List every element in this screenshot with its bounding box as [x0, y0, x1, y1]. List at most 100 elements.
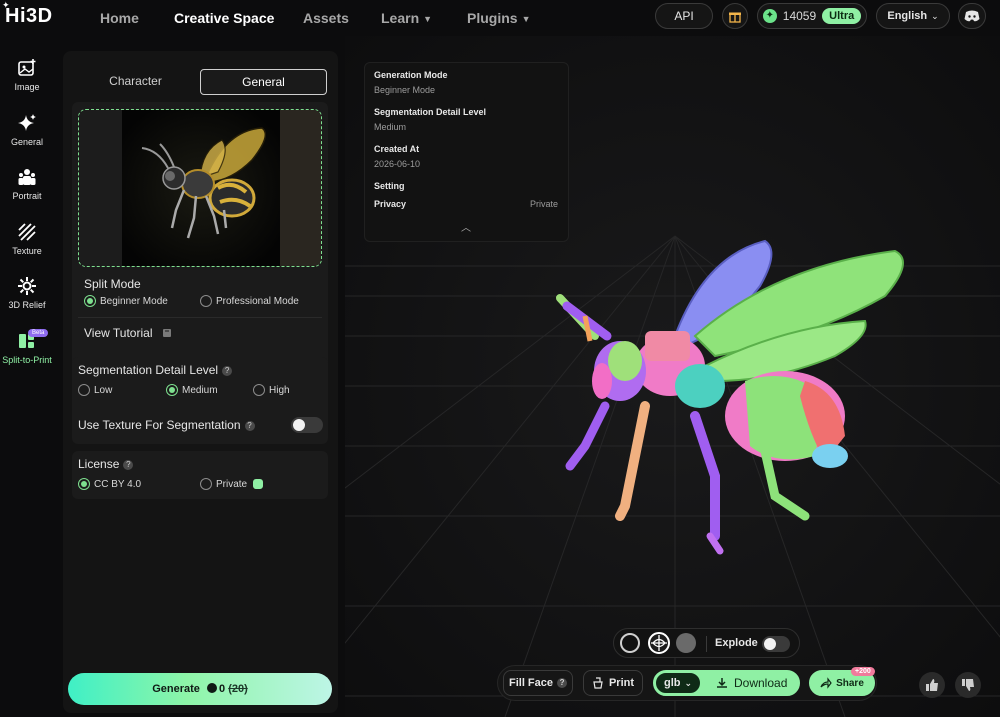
- download-icon: [717, 678, 727, 688]
- rail-image-label: Image: [14, 82, 40, 92]
- texture-segmentation-toggle[interactable]: [291, 417, 323, 433]
- privacy-label: Privacy: [374, 199, 407, 209]
- chevron-down-icon: ▼: [521, 14, 531, 24]
- bee-thumbnail: [122, 110, 280, 266]
- chevron-down-icon: ⌄: [931, 10, 939, 21]
- help-icon[interactable]: ?: [222, 365, 233, 376]
- chevron-down-icon: ⌄: [684, 677, 693, 688]
- nav-plugins[interactable]: Plugins ▼: [467, 10, 530, 26]
- segmentation-low-radio[interactable]: Low: [78, 384, 112, 396]
- view-tutorial-link[interactable]: View Tutorial: [84, 326, 172, 340]
- explode-label: Explode: [715, 637, 758, 649]
- print-label: Print: [608, 677, 635, 689]
- texture-view-icon[interactable]: [676, 633, 696, 653]
- generate-cost: 0: [219, 683, 226, 695]
- rail-general-label: General: [10, 137, 44, 147]
- credits-badge[interactable]: ✦ 14059 Ultra: [757, 3, 867, 29]
- settings-panel: Character General Split Mode Beginner Mo…: [63, 51, 338, 713]
- divider: [706, 636, 707, 652]
- discord-icon: [964, 10, 980, 22]
- rail-image[interactable]: Image: [0, 58, 54, 92]
- thumbs-down-icon: [962, 679, 974, 691]
- input-image-preview[interactable]: [78, 109, 322, 267]
- beginner-mode-label: Beginner Mode: [100, 295, 168, 307]
- preview-shadow-right: [280, 110, 321, 266]
- help-icon[interactable]: ?: [123, 459, 134, 470]
- license-title: License?: [78, 457, 134, 471]
- download-label: Download: [734, 676, 788, 690]
- segmentation-medium-radio[interactable]: Medium: [166, 384, 218, 396]
- texture-segmentation-text: Use Texture For Segmentation: [78, 418, 241, 432]
- fill-face-label: Fill Face: [508, 677, 554, 689]
- created-at-value: 2026-06-10: [374, 159, 421, 169]
- radio-dot: [200, 478, 212, 490]
- radio-dot: [253, 384, 265, 396]
- share-label: Share: [836, 677, 864, 689]
- rail-texture[interactable]: Texture: [0, 222, 54, 256]
- beginner-mode-radio[interactable]: Beginner Mode: [84, 295, 168, 307]
- print-button[interactable]: Print: [583, 670, 643, 696]
- generate-original-cost: (20): [228, 683, 248, 695]
- chevron-down-icon: ▼: [423, 14, 433, 24]
- rail-portrait-label: Portrait: [12, 191, 42, 201]
- share-bonus-badge: +200: [851, 667, 875, 676]
- api-button[interactable]: API: [655, 3, 713, 29]
- rail-general[interactable]: General: [0, 113, 54, 147]
- help-icon[interactable]: ?: [244, 420, 255, 431]
- relief-gear-icon: [18, 277, 36, 295]
- logo-text: Hi3D: [5, 5, 53, 27]
- help-icon[interactable]: ?: [557, 678, 568, 688]
- license-cc-radio[interactable]: CC BY 4.0: [78, 478, 141, 490]
- radio-dot: [78, 478, 90, 490]
- texture-icon: [18, 223, 36, 241]
- fill-face-button[interactable]: Fill Face?: [503, 670, 573, 696]
- wireframe-view-icon[interactable]: [648, 632, 670, 654]
- thumbs-down-button[interactable]: [955, 672, 981, 698]
- rail-portrait[interactable]: Portrait: [0, 167, 54, 201]
- segmentation-title-text: Segmentation Detail Level: [78, 363, 219, 377]
- collapse-chevron-icon[interactable]: ︿: [461, 219, 471, 234]
- nav-assets-label: Assets: [303, 10, 349, 26]
- setting-label: Setting: [374, 181, 405, 191]
- rail-split-to-print[interactable]: Beta Split-to-Print: [0, 329, 54, 365]
- tab-general[interactable]: General: [200, 69, 327, 95]
- generation-mode-value: Beginner Mode: [374, 85, 436, 95]
- credit-coin-icon: ✦: [762, 9, 777, 23]
- view-mode-bar: Explode: [613, 628, 800, 658]
- tab-character[interactable]: Character: [72, 69, 199, 95]
- logo[interactable]: ✦ Hi3D: [2, 0, 53, 28]
- professional-mode-radio[interactable]: Professional Mode: [200, 295, 299, 307]
- wireframe-glyph: [651, 635, 667, 651]
- license-private-radio[interactable]: Private: [200, 478, 264, 490]
- plan-badge: Ultra: [822, 8, 862, 24]
- download-button[interactable]: Download: [716, 676, 787, 690]
- explode-toggle[interactable]: [762, 636, 790, 652]
- rail-3d-relief[interactable]: 3D Relief: [0, 276, 54, 310]
- generate-label: Generate: [152, 683, 200, 695]
- nav-home[interactable]: Home: [100, 10, 139, 26]
- nav-learn-label: Learn: [381, 10, 420, 26]
- api-label: API: [674, 9, 694, 23]
- segmentation-high-radio[interactable]: High: [253, 384, 290, 396]
- tab-character-label: Character: [109, 74, 162, 88]
- nav-creative-space[interactable]: Creative Space: [174, 10, 274, 26]
- discord-button[interactable]: [958, 3, 986, 29]
- language-label: English: [887, 10, 928, 22]
- format-select[interactable]: glb ⌄: [656, 673, 700, 693]
- nav-learn[interactable]: Learn ▼: [381, 10, 432, 26]
- language-select[interactable]: English ⌄: [876, 3, 950, 29]
- radio-dot: [84, 295, 96, 307]
- gift-button[interactable]: [722, 3, 748, 29]
- nav-assets[interactable]: Assets: [303, 10, 349, 26]
- generate-button[interactable]: Generate 0 (20): [68, 673, 332, 705]
- created-at-label: Created At: [374, 144, 420, 154]
- book-icon: [163, 329, 172, 337]
- solid-view-icon[interactable]: [620, 633, 640, 653]
- credits-count: 14059: [782, 9, 817, 23]
- beta-badge: Beta: [28, 329, 49, 337]
- format-label: glb: [663, 677, 681, 689]
- segmentation-level-value: Medium: [374, 122, 407, 132]
- top-nav: ✦ Hi3D Home Creative Space Assets Learn ▼…: [0, 0, 1000, 36]
- thumbs-up-button[interactable]: [919, 672, 945, 698]
- preview-shadow-left: [79, 110, 122, 266]
